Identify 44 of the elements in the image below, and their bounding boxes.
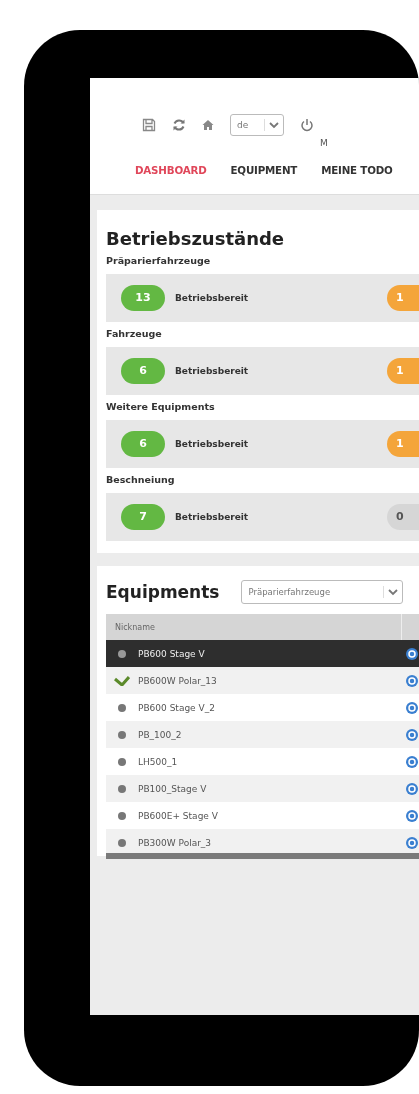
equipment-name: LH500_1	[138, 756, 178, 767]
count-badge: 6	[121, 358, 165, 384]
nav-tab[interactable]: EQUIPMENT	[230, 164, 298, 194]
table-row[interactable]: PB_100_2	[106, 721, 419, 748]
equipment-name: PB300W Polar_3	[138, 837, 212, 848]
save-icon[interactable]	[142, 118, 156, 132]
count-badge: 1	[387, 431, 419, 457]
group-label: Weitere Equipments	[106, 401, 216, 412]
group-label: Fahrzeuge	[106, 328, 163, 339]
equipment-name: PB100_Stage V	[138, 783, 207, 794]
home-icon[interactable]	[202, 119, 214, 131]
card-title: Equipments	[106, 582, 220, 602]
equipment-name: PB_100_2	[138, 729, 182, 740]
check-icon	[114, 675, 130, 686]
status-label: Betriebsbereit	[175, 439, 249, 449]
card-title: Betriebszustände	[106, 228, 286, 249]
power-icon[interactable]	[300, 118, 314, 132]
count-badge: 1	[387, 358, 419, 384]
count-badge: 1	[387, 285, 419, 311]
table-row[interactable]: PB600 Stage V	[106, 640, 419, 667]
nav-tab[interactable]: DASHBOARD	[135, 164, 207, 194]
table-row[interactable]: PB100_Stage V	[106, 775, 419, 802]
status-label: Betriebsbereit	[175, 366, 249, 376]
equipment-name: PB600 Stage V	[138, 648, 205, 659]
count-badge: 7	[121, 504, 165, 530]
user-label: M	[320, 138, 328, 148]
refresh-icon[interactable]	[172, 118, 186, 132]
equipment-name: PB600W Polar_13	[138, 675, 217, 686]
count-badge: 6	[121, 431, 165, 457]
nav-tab[interactable]: MEINE TODO	[321, 164, 393, 194]
status-label: Betriebsbereit	[175, 512, 249, 522]
status-label: Betriebsbereit	[175, 293, 249, 303]
equipment-name: PB600E+ Stage V	[138, 810, 218, 821]
equipment-name: PB600 Stage V_2	[138, 702, 215, 713]
scrollbar[interactable]	[106, 853, 419, 859]
table-row[interactable]: PB600W Polar_13	[106, 667, 419, 694]
count-badge: 0	[387, 504, 419, 530]
group-label: Beschneiung	[106, 474, 176, 485]
group-label: Präparierfahrzeuge	[106, 255, 212, 266]
column-header: Nickname	[114, 622, 156, 632]
count-badge: 13	[121, 285, 165, 311]
language-select[interactable]: de	[230, 114, 284, 136]
circle-icon[interactable]	[405, 646, 419, 661]
category-select[interactable]: Präparierfahrzeuge	[241, 580, 404, 604]
